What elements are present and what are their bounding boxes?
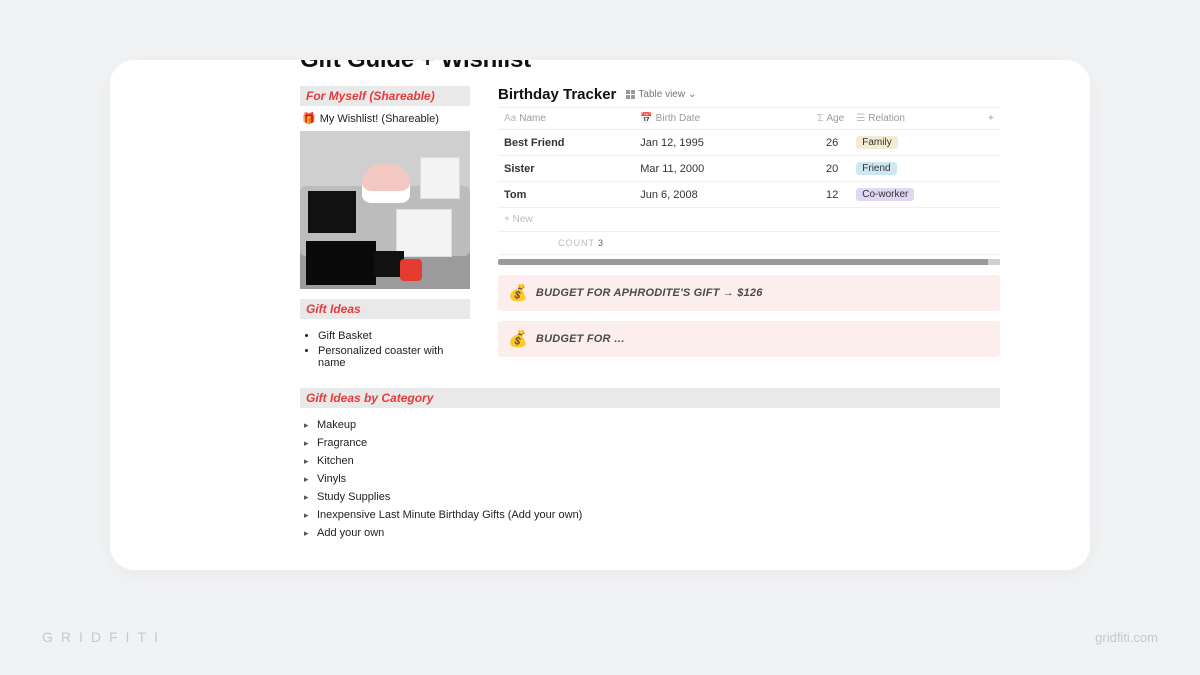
section-for-myself-heading: For Myself (Shareable) [300, 86, 470, 106]
toggle-triangle-icon: ▸ [304, 510, 312, 521]
cell-age[interactable]: 26 [777, 130, 850, 156]
toggle-triangle-icon: ▸ [304, 456, 312, 467]
toggle-triangle-icon: ▸ [304, 492, 312, 503]
money-bag-icon: 💰 [508, 329, 528, 349]
count-summary: COUNT3 [498, 232, 1000, 255]
table-row[interactable]: TomJun 6, 200812Co-worker [498, 182, 1000, 208]
database-title[interactable]: Birthday Tracker [498, 86, 616, 103]
toggle-label: Vinyls [317, 473, 346, 485]
toggle-item[interactable]: ▸ Kitchen [304, 452, 1000, 470]
view-switcher[interactable]: Table view ⌄ [626, 89, 696, 100]
cell-birth-date[interactable]: Jan 12, 1995 [634, 130, 777, 156]
callout-text: BUDGET FOR … [536, 333, 625, 345]
gift-icon: 🎁 [302, 112, 316, 125]
toggle-item[interactable]: ▸ Inexpensive Last Minute Birthday Gifts … [304, 506, 1000, 524]
toggle-item[interactable]: ▸ Study Supplies [304, 488, 1000, 506]
budget-callout[interactable]: 💰 BUDGET FOR APHRODITE'S GIFT → $126 [498, 275, 1000, 311]
toggle-triangle-icon: ▸ [304, 474, 312, 485]
chevron-down-icon: ⌄ [688, 89, 696, 100]
wishlist-page-link[interactable]: 🎁 My Wishlist! (Shareable) [300, 110, 470, 131]
budget-callout[interactable]: 💰 BUDGET FOR … [498, 321, 1000, 357]
cell-birth-date[interactable]: Mar 11, 2000 [634, 156, 777, 182]
toggle-label: Makeup [317, 419, 356, 431]
toggle-label: Inexpensive Last Minute Birthday Gifts (… [317, 509, 582, 521]
formula-icon: Σ [817, 113, 823, 124]
gift-ideas-list: Gift Basket Personalized coaster with na… [300, 323, 470, 382]
right-column: Birthday Tracker Table view ⌄ AaName 📅Bi… [498, 86, 1000, 382]
view-label: Table view [638, 89, 685, 100]
birthday-table: AaName 📅Birth Date ΣAge ☰Relation + Best… [498, 107, 1000, 255]
table-row[interactable]: Best FriendJan 12, 199526Family [498, 130, 1000, 156]
list-item[interactable]: Personalized coaster with name [318, 345, 470, 369]
cell-name[interactable]: Best Friend [498, 130, 634, 156]
cell-name[interactable]: Tom [498, 182, 634, 208]
cell-age[interactable]: 12 [777, 182, 850, 208]
toggle-label: Fragrance [317, 437, 367, 449]
table-icon [626, 90, 635, 99]
toggle-label: Add your own [317, 527, 384, 539]
new-row-button[interactable]: + New [498, 208, 1000, 232]
cell-birth-date[interactable]: Jun 6, 2008 [634, 182, 777, 208]
toggle-triangle-icon: ▸ [304, 528, 312, 539]
toggle-item[interactable]: ▸ Fragrance [304, 434, 1000, 452]
toggle-triangle-icon: ▸ [304, 438, 312, 449]
table-row[interactable]: SisterMar 11, 200020Friend [498, 156, 1000, 182]
cell-relation[interactable]: Co-worker [850, 182, 982, 208]
wishlist-cover-image [300, 131, 470, 289]
left-column: For Myself (Shareable) 🎁 My Wishlist! (S… [300, 86, 470, 382]
add-column-button[interactable]: + [982, 108, 1000, 130]
cell-name[interactable]: Sister [498, 156, 634, 182]
toggle-label: Kitchen [317, 455, 354, 467]
text-icon: Aa [504, 113, 516, 124]
section-gift-ideas-heading: Gift Ideas [300, 299, 470, 319]
cell-relation[interactable]: Family [850, 130, 982, 156]
list-item[interactable]: Gift Basket [318, 330, 470, 342]
cell-age[interactable]: 20 [777, 156, 850, 182]
money-bag-icon: 💰 [508, 283, 528, 303]
watermark-brand: GRIDFITI [42, 629, 166, 645]
watermark-url: gridfiti.com [1095, 630, 1158, 645]
toggle-item[interactable]: ▸ Add your own [304, 524, 1000, 542]
col-age[interactable]: ΣAge [777, 108, 850, 130]
callout-text: BUDGET FOR APHRODITE'S GIFT → $126 [536, 287, 763, 299]
section-by-category-heading: Gift Ideas by Category [300, 388, 1000, 408]
toggle-label: Study Supplies [317, 491, 390, 503]
select-icon: ☰ [856, 113, 865, 124]
app-card: Gift Guide + Wishlist For Myself (Sharea… [110, 60, 1090, 570]
calendar-icon: 📅 [640, 113, 652, 124]
toggle-item[interactable]: ▸ Vinyls [304, 470, 1000, 488]
toggle-triangle-icon: ▸ [304, 420, 312, 431]
wishlist-link-label: My Wishlist! (Shareable) [320, 113, 439, 125]
cell-relation[interactable]: Friend [850, 156, 982, 182]
toggle-item[interactable]: ▸ Makeup [304, 416, 1000, 434]
page-title: Gift Guide + Wishlist [300, 60, 1000, 74]
horizontal-scrollbar[interactable] [498, 259, 1000, 265]
category-toggle-list: ▸ Makeup ▸ Fragrance ▸ Kitchen ▸ Vinyls ▸ Study S… [300, 412, 1000, 542]
col-relation[interactable]: ☰Relation [850, 108, 982, 130]
col-birth-date[interactable]: 📅Birth Date [634, 108, 777, 130]
col-name[interactable]: AaName [498, 108, 634, 130]
